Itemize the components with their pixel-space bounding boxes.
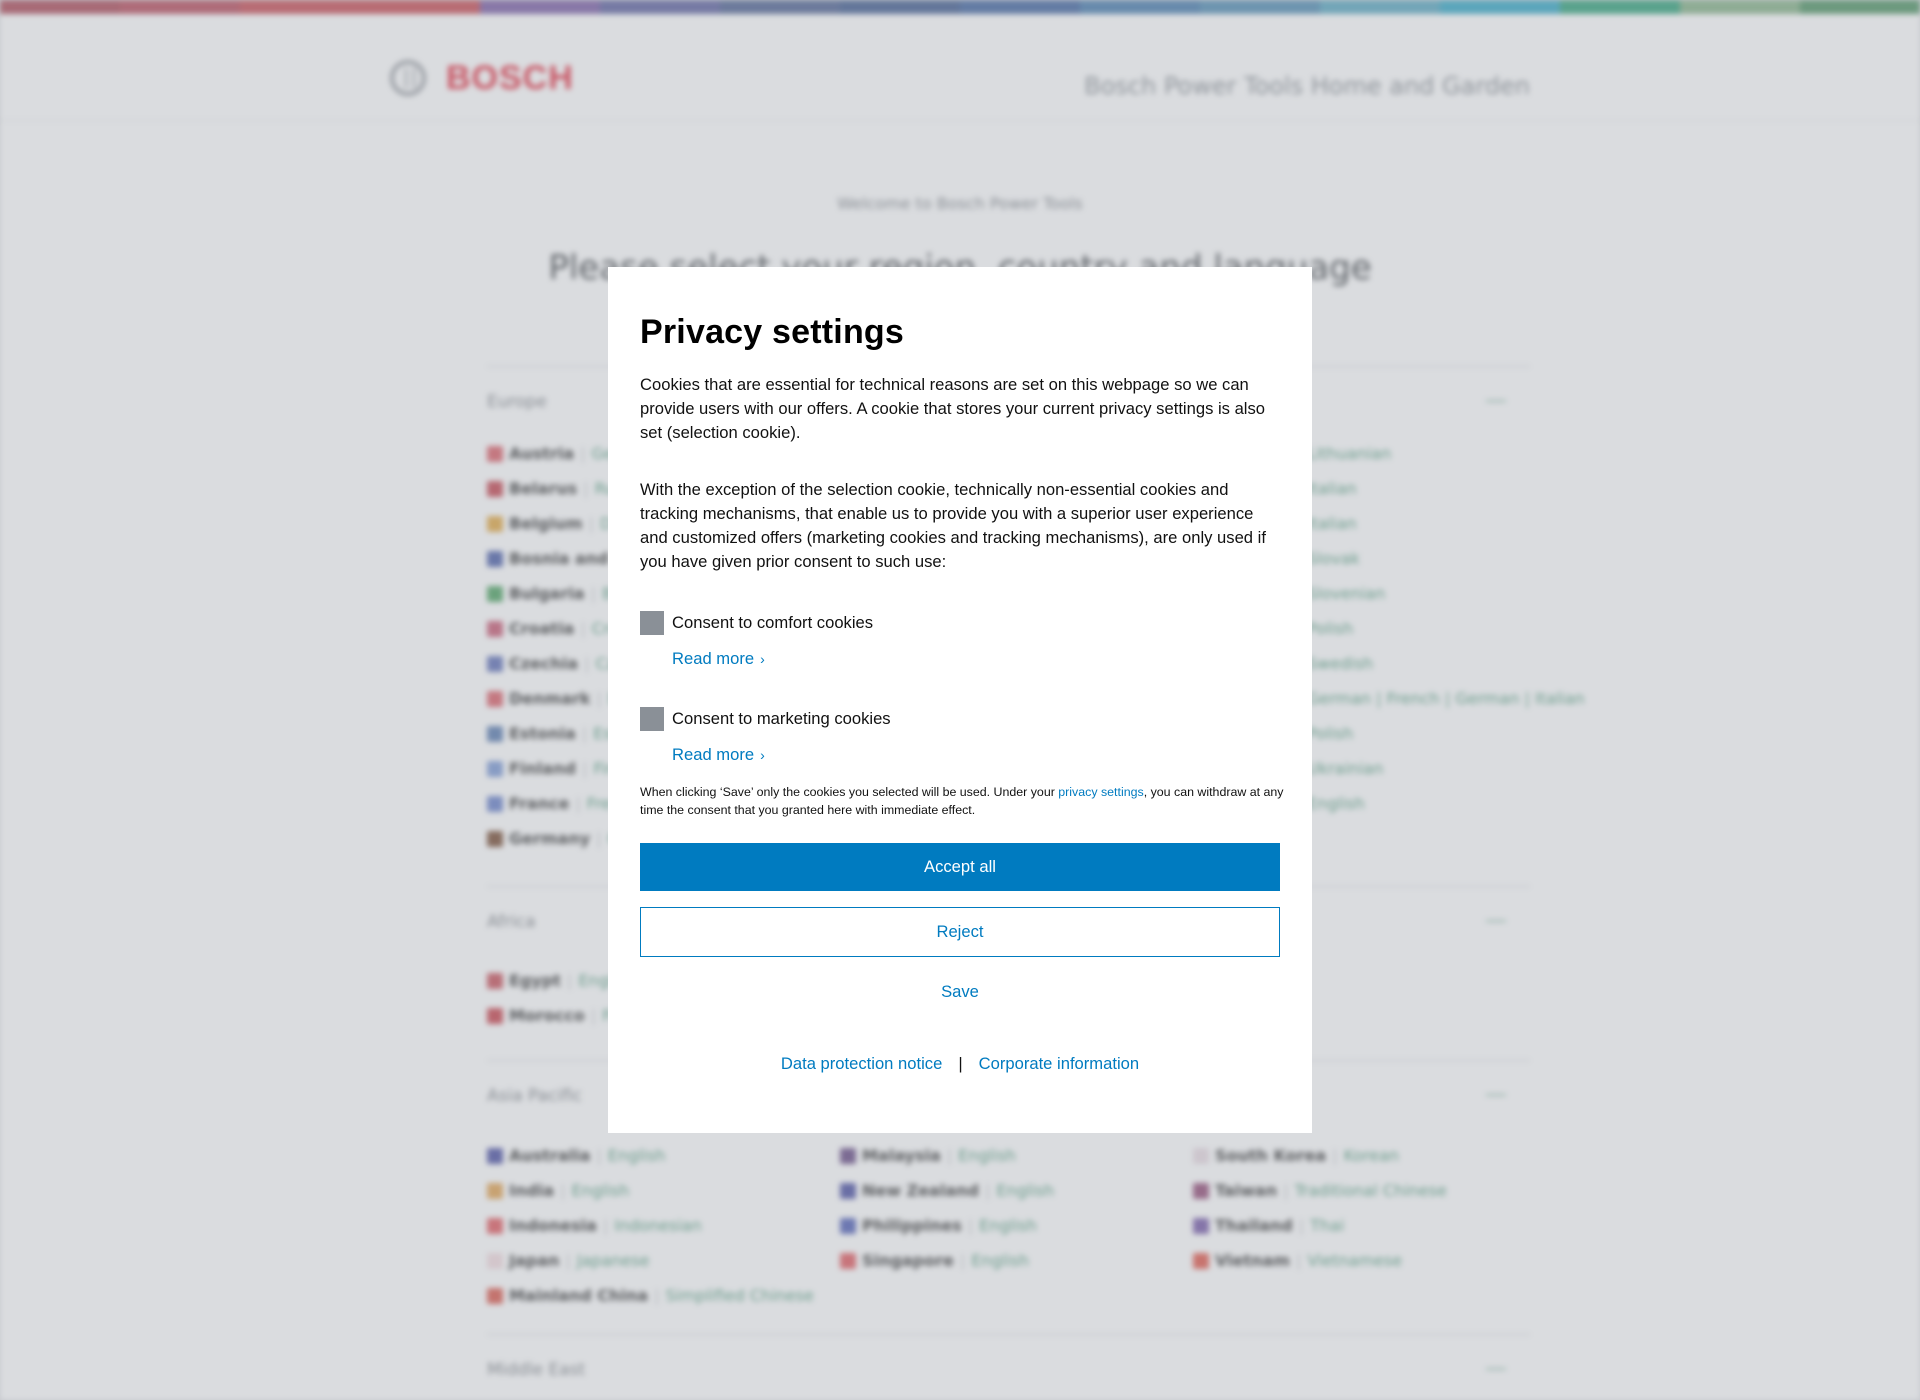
- dialog-footer-links: Data protection notice | Corporate informa…: [608, 1054, 1312, 1074]
- comfort-read-more-link[interactable]: Read more ›: [672, 649, 765, 669]
- note-text: When clicking ‘Save’ only the cookies yo…: [640, 785, 1059, 799]
- save-note: When clicking ‘Save’ only the cookies yo…: [640, 783, 1284, 819]
- marketing-cookies-checkbox[interactable]: [640, 707, 664, 731]
- read-more-label[interactable]: Read more: [672, 649, 754, 669]
- comfort-cookies-checkbox[interactable]: [640, 611, 664, 635]
- privacy-settings-link[interactable]: privacy settings: [1058, 785, 1143, 799]
- read-more-label[interactable]: Read more: [672, 745, 754, 765]
- dialog-title: Privacy settings: [640, 313, 904, 351]
- chevron-right-icon: ›: [760, 747, 765, 763]
- accept-all-button[interactable]: Accept all: [640, 843, 1280, 891]
- marketing-cookies-label[interactable]: Consent to marketing cookies: [672, 709, 891, 729]
- privacy-settings-dialog: Privacy settings Cookies that are essent…: [608, 267, 1312, 1133]
- data-protection-notice-link[interactable]: Data protection notice: [781, 1054, 942, 1073]
- marketing-read-more-link[interactable]: Read more ›: [672, 745, 765, 765]
- intro-paragraph: Cookies that are essential for technical…: [640, 375, 1266, 442]
- reject-button[interactable]: Reject: [640, 907, 1280, 957]
- comfort-cookies-option[interactable]: Consent to comfort cookies: [640, 611, 873, 635]
- save-button[interactable]: Save: [640, 971, 1280, 1013]
- link-separator: |: [958, 1054, 963, 1073]
- corporate-information-link[interactable]: Corporate information: [979, 1054, 1140, 1073]
- consent-paragraph: With the exception of the selection cook…: [640, 480, 1266, 571]
- marketing-cookies-option[interactable]: Consent to marketing cookies: [640, 707, 891, 731]
- chevron-right-icon: ›: [760, 651, 765, 667]
- comfort-cookies-label[interactable]: Consent to comfort cookies: [672, 613, 873, 633]
